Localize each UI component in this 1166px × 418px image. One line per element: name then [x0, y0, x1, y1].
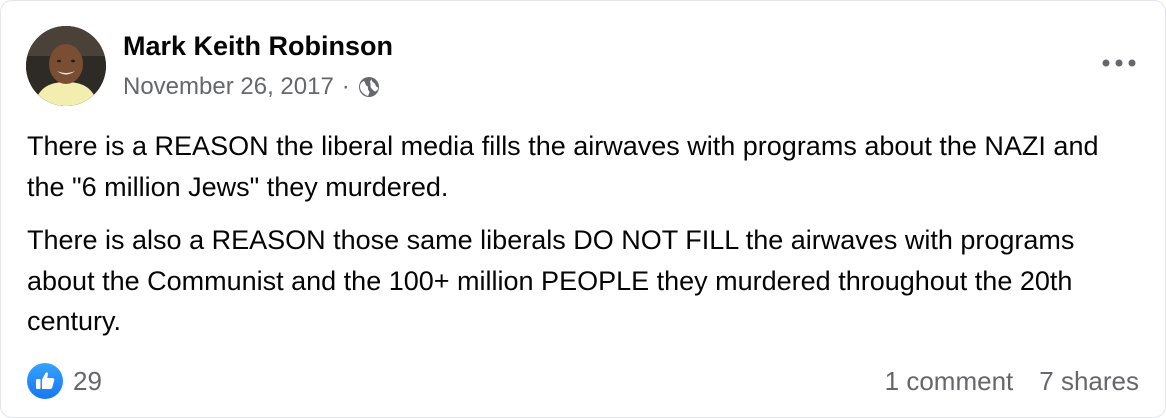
globe-icon[interactable]: [358, 76, 380, 98]
shares-link[interactable]: 7 shares: [1039, 366, 1139, 397]
post-paragraph: There is a REASON the liberal media fill…: [27, 131, 1099, 202]
avatar-image: [26, 26, 106, 106]
post-meta: November 26, 2017 ·: [123, 73, 380, 101]
reactions-summary[interactable]: 29: [27, 363, 102, 399]
meta-separator: ·: [341, 73, 350, 100]
post-stats: 1 comment 7 shares: [885, 366, 1139, 397]
more-options-icon[interactable]: [1099, 49, 1139, 77]
post-date[interactable]: November 26, 2017: [123, 73, 334, 101]
post-text: There is a REASON the liberal media fill…: [27, 126, 1137, 355]
post-paragraph: There is also a REASON those same libera…: [27, 225, 1075, 336]
reaction-count: 29: [73, 365, 102, 396]
post-footer: 29 1 comment 7 shares: [27, 362, 1139, 400]
author-name[interactable]: Mark Keith Robinson: [123, 31, 393, 62]
avatar[interactable]: [26, 26, 106, 106]
like-icon: [27, 363, 63, 399]
post-card: Mark Keith Robinson November 26, 2017 · …: [0, 0, 1166, 418]
comments-link[interactable]: 1 comment: [885, 366, 1014, 397]
